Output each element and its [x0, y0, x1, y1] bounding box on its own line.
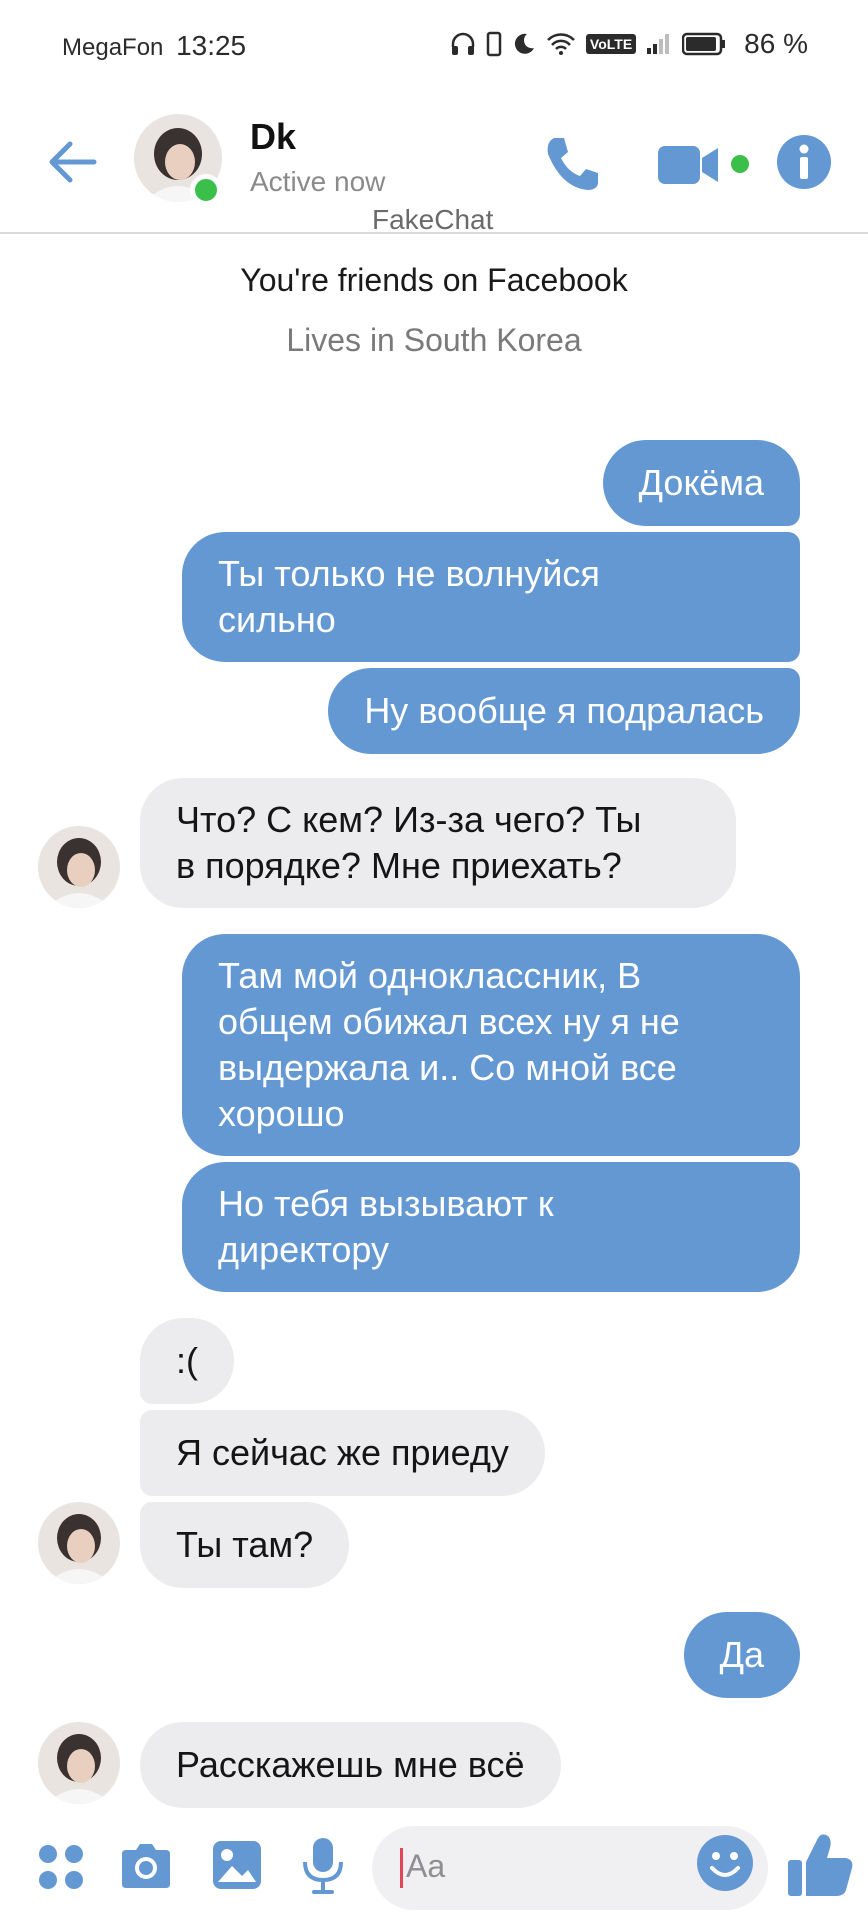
battery-percent: 86 % — [744, 28, 808, 59]
message-text: Расскажешь мне всё — [176, 1744, 525, 1785]
grid-dots-icon[interactable] — [36, 1842, 86, 1892]
outgoing-message[interactable]: Докёма — [602, 440, 800, 526]
vibrate-icon — [486, 31, 502, 57]
message-line: сильно — [218, 599, 336, 640]
message-input-placeholder: Aa — [406, 1848, 446, 1884]
composer-bar: Aa — [0, 1816, 868, 1920]
avatar[interactable] — [38, 826, 120, 908]
camera-icon[interactable] — [118, 1840, 174, 1892]
message-line: в порядке? Мне приехать? — [176, 845, 622, 886]
watermark: FakeChat — [372, 204, 494, 235]
phone-icon[interactable] — [540, 132, 604, 196]
friends-notice: You're friends on Facebook — [240, 262, 628, 298]
message-line: хорошо — [218, 1093, 345, 1134]
location-notice: Lives in South Korea — [286, 322, 582, 358]
incoming-message[interactable]: Что? С кем? Из-за чего? Ты в порядке? Мн… — [140, 778, 736, 908]
thumbs-up-icon[interactable] — [786, 1830, 856, 1900]
active-status: Active now — [250, 166, 386, 197]
avatar-image — [38, 1502, 120, 1584]
message-line: Что? С кем? Из-за чего? Ты — [176, 799, 642, 840]
message-text: Да — [719, 1634, 764, 1675]
message-line: Ты только не волнуйся — [218, 553, 600, 594]
clock: 13:25 — [176, 30, 247, 61]
wifi-icon — [547, 33, 575, 55]
incoming-message[interactable]: :( — [140, 1318, 234, 1404]
microphone-icon[interactable] — [300, 1836, 346, 1896]
status-right: VoLTE 86 % — [450, 28, 808, 60]
outgoing-message[interactable]: Но тебя вызывают к директору — [182, 1162, 800, 1292]
message-text: :( — [176, 1340, 198, 1381]
incoming-message[interactable]: Я сейчас же приеду — [140, 1410, 545, 1496]
video-camera-icon[interactable] — [656, 132, 756, 196]
carrier-label: MegaFon — [62, 34, 164, 61]
smiley-icon[interactable] — [696, 1834, 754, 1892]
incoming-message[interactable]: Расскажешь мне всё — [140, 1722, 561, 1808]
text-caret — [400, 1848, 403, 1888]
contact-name[interactable]: Dk — [250, 116, 296, 158]
message-text: Я сейчас же приеду — [176, 1432, 509, 1473]
chat-header: Dk Active now FakeChat — [0, 96, 868, 235]
message-line: Там мой одноклассник, В — [218, 955, 642, 996]
moon-icon — [514, 33, 534, 54]
message-line: Но тебя вызывают к — [218, 1183, 554, 1224]
message-text: Ну вообще я подралась — [364, 690, 764, 731]
avatar-image — [38, 826, 120, 908]
message-line: директору — [218, 1229, 390, 1270]
outgoing-message[interactable]: Ты только не волнуйся сильно — [182, 532, 800, 662]
battery-icon — [682, 32, 726, 56]
message-line: выдержала и.. Со мной все — [218, 1047, 677, 1088]
outgoing-message[interactable]: Да — [683, 1612, 800, 1698]
message-line: общем обижал всех ну я не — [218, 1001, 680, 1042]
status-bar: MegaFon 13:25 VoLTE 86 % — [0, 0, 868, 96]
avatar[interactable] — [38, 1502, 120, 1584]
volte-badge: VoLTE — [585, 34, 637, 54]
outgoing-message[interactable]: Там мой одноклассник, В общем обижал все… — [182, 934, 800, 1156]
message-text: Докёма — [638, 462, 764, 503]
back-arrow-icon[interactable] — [44, 132, 104, 192]
online-indicator — [190, 174, 222, 206]
signal-icon — [647, 34, 670, 54]
incoming-message[interactable]: Ты там? — [140, 1502, 350, 1588]
status-left: MegaFon 13:25 — [62, 30, 246, 62]
headphones-icon — [451, 32, 475, 55]
avatar-image — [38, 1722, 120, 1804]
avatar[interactable] — [38, 1722, 120, 1804]
image-icon[interactable] — [210, 1838, 264, 1892]
info-icon[interactable] — [776, 134, 832, 190]
message-text: Ты там? — [176, 1524, 314, 1565]
outgoing-message[interactable]: Ну вообще я подралась — [328, 668, 800, 754]
